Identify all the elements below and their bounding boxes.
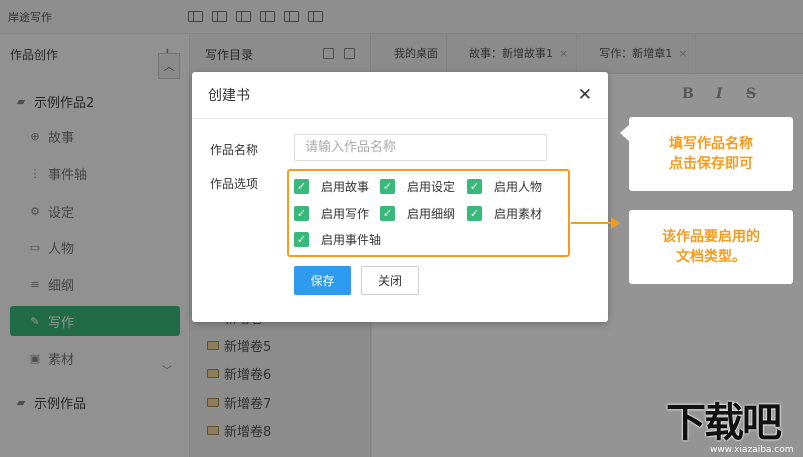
callout-line: 填写作品名称 [669,136,753,152]
callout-line: 该作品要启用的 [662,229,760,245]
checkbox-checked-icon[interactable]: ✓ [380,206,395,221]
callout-options-hint: 该作品要启用的 文档类型。 [629,210,793,284]
option-characters[interactable]: ✓ 启用人物 [467,178,542,195]
watermark-logo-text: 下载吧 [666,400,782,446]
close-button[interactable]: 关闭 [361,266,419,295]
option-label: 启用故事 [321,180,370,194]
option-label: 启用人物 [494,180,543,194]
option-label: 启用素材 [494,207,543,221]
save-button[interactable]: 保存 [294,266,351,295]
checkbox-checked-icon[interactable]: ✓ [294,206,309,221]
option-settings[interactable]: ✓ 启用设定 [380,178,455,195]
watermark: 下载吧 www.xiazaiba.com [666,399,803,457]
callout-line: 点击保存即可 [669,156,753,172]
dialog-title: 创建书 [208,88,250,104]
arrow-line [571,222,613,224]
arrow-right-icon [611,217,620,229]
callout-name-hint: 填写作品名称 点击保存即可 [629,117,793,191]
watermark-url: www.xiazaiba.com [710,445,794,455]
option-label: 启用设定 [407,180,456,194]
checkbox-checked-icon[interactable]: ✓ [294,179,309,194]
option-label: 启用写作 [321,207,370,221]
option-materials[interactable]: ✓ 启用素材 [467,205,542,222]
checkbox-checked-icon[interactable]: ✓ [380,179,395,194]
checkbox-checked-icon[interactable]: ✓ [467,179,482,194]
dialog-header: 创建书 ✕ [192,72,608,119]
option-timeline[interactable]: ✓ 启用事件轴 [294,231,381,248]
create-book-dialog: 创建书 ✕ 作品名称 作品选项 ✓ 启用故事 ✓ 启用设定 ✓ 启用人物 ✓ 启… [192,72,608,322]
checkbox-checked-icon[interactable]: ✓ [294,232,309,247]
name-label: 作品名称 [210,143,259,157]
callout-line: 文档类型。 [676,249,746,265]
options-label: 作品选项 [210,177,259,191]
checkbox-checked-icon[interactable]: ✓ [467,206,482,221]
option-writing[interactable]: ✓ 启用写作 [294,205,369,222]
option-outline[interactable]: ✓ 启用细纲 [380,205,455,222]
option-story[interactable]: ✓ 启用故事 [294,178,369,195]
close-icon[interactable]: ✕ [578,85,592,105]
option-label: 启用事件轴 [321,233,382,247]
option-label: 启用细纲 [407,207,456,221]
book-name-input[interactable] [294,134,547,161]
